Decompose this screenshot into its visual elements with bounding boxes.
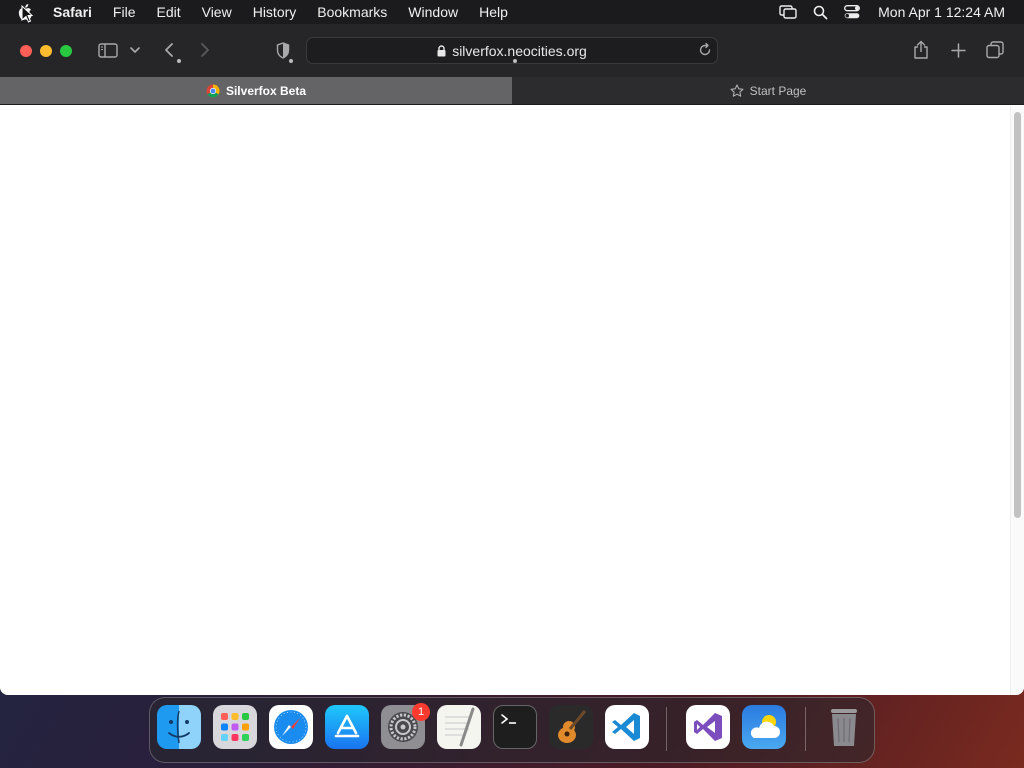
- sidebar-toggle-icon[interactable]: [97, 38, 119, 62]
- weather-icon[interactable]: [742, 705, 786, 749]
- back-chevron-icon[interactable]: [160, 38, 178, 62]
- window-controls: [20, 44, 80, 57]
- address-url: silverfox.neocities.org: [452, 42, 587, 59]
- spotlight-search-icon[interactable]: [813, 5, 828, 20]
- zoom-window-button[interactable]: [60, 44, 72, 57]
- web-content[interactable]: [0, 106, 1024, 695]
- toolbar: silverfox.neocities.org: [0, 24, 1024, 77]
- lock-icon: [437, 44, 446, 57]
- terminal-icon[interactable]: [493, 705, 537, 749]
- menu-clock[interactable]: Mon Apr 1 12:24 AM: [878, 4, 1005, 20]
- new-tab-plus-icon[interactable]: [948, 38, 968, 62]
- tab-bar: Silverfox Beta Start Page: [0, 77, 1024, 105]
- trash-icon[interactable]: [822, 705, 866, 749]
- minimize-window-button[interactable]: [40, 44, 52, 57]
- star-icon: [730, 83, 744, 98]
- forward-chevron-icon[interactable]: [196, 38, 214, 62]
- finder-running-indicator: [177, 59, 181, 63]
- menu-help[interactable]: Help: [479, 4, 508, 20]
- dock-divider: [805, 707, 806, 751]
- safari-running-indicator: [289, 59, 293, 63]
- close-window-button[interactable]: [20, 44, 32, 57]
- menu-history[interactable]: History: [253, 4, 297, 20]
- chrome-icon: [206, 84, 220, 98]
- tab-label: Silverfox Beta: [225, 83, 307, 98]
- screen-mirroring-icon[interactable]: [779, 5, 797, 19]
- visual-studio-icon[interactable]: [686, 705, 730, 749]
- menu-window[interactable]: Window: [408, 4, 458, 20]
- launchpad-icon[interactable]: [213, 705, 257, 749]
- terminal-running-indicator: [513, 59, 517, 63]
- menu-bookmarks[interactable]: Bookmarks: [317, 4, 387, 20]
- vscode-icon[interactable]: [605, 705, 649, 749]
- dock-divider: [666, 707, 667, 751]
- finder-icon[interactable]: [157, 705, 201, 749]
- safari-window: silverfox.neocities.org Silverfox Beta S…: [0, 24, 1024, 695]
- tab-silverfox-beta[interactable]: Silverfox Beta: [0, 77, 512, 104]
- menu-view[interactable]: View: [202, 4, 232, 20]
- menu-app-safari[interactable]: Safari: [53, 4, 92, 20]
- menu-edit[interactable]: Edit: [156, 4, 180, 20]
- textedit-icon[interactable]: [437, 705, 481, 749]
- app-store-icon[interactable]: [325, 705, 369, 749]
- tab-start-page[interactable]: Start Page: [512, 77, 1024, 104]
- menu-file[interactable]: File: [113, 4, 136, 20]
- reload-icon[interactable]: [698, 43, 712, 57]
- tab-overview-icon[interactable]: [985, 38, 1005, 62]
- garageband-icon[interactable]: [549, 705, 593, 749]
- mouse-cursor-icon: [21, 4, 34, 28]
- settings-notification-badge: 1: [412, 703, 430, 721]
- tab-group-chevron-down-icon[interactable]: [129, 38, 141, 62]
- menu-bar: Safari File Edit View History Bookmarks …: [0, 0, 1024, 24]
- safari-icon[interactable]: [269, 705, 313, 749]
- scrollbar-thumb[interactable]: [1014, 112, 1021, 518]
- control-center-icon[interactable]: [844, 5, 861, 19]
- address-bar[interactable]: silverfox.neocities.org: [306, 37, 718, 64]
- tab-label: Start Page: [749, 83, 807, 98]
- share-icon[interactable]: [911, 38, 931, 62]
